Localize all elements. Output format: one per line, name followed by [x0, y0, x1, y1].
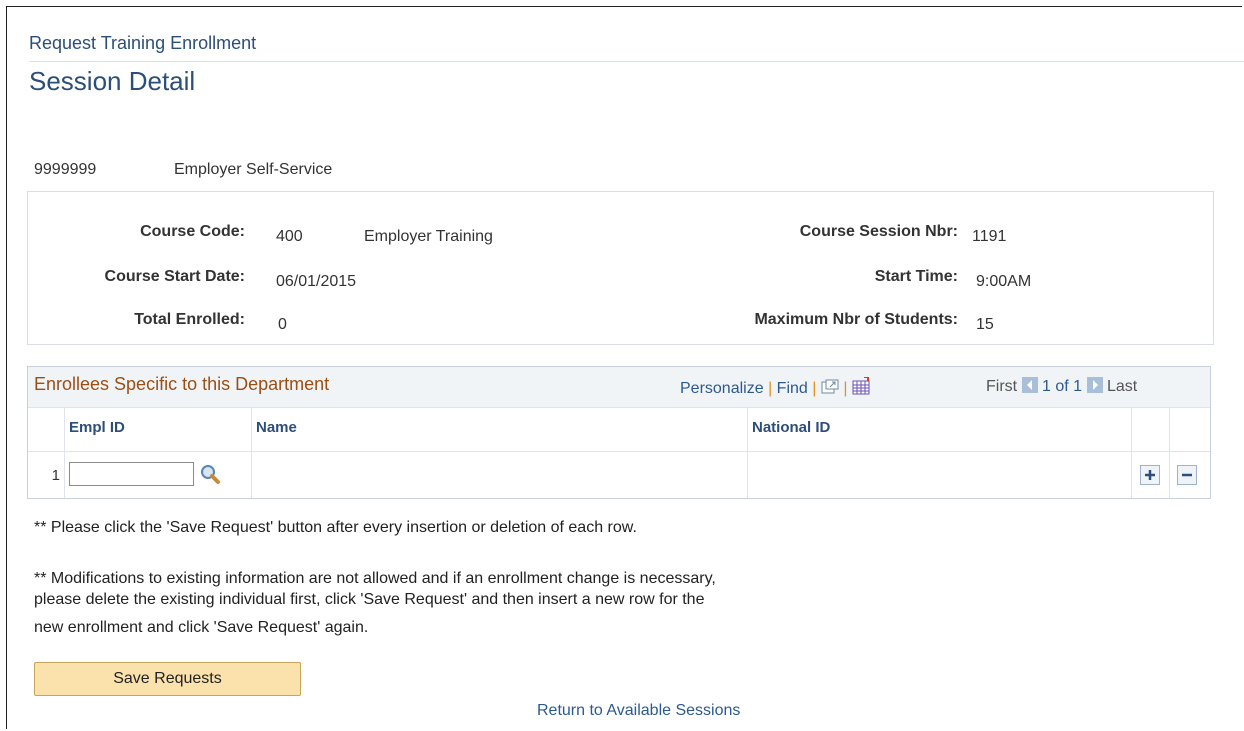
delete-row-cell	[1170, 452, 1210, 498]
row-number-cell: 1	[28, 452, 65, 498]
grid-header-bar: Enrollees Specific to this Department Pe…	[28, 367, 1210, 408]
course-session-nbr-label: Course Session Nbr:	[799, 223, 958, 240]
minus-icon	[1182, 473, 1192, 477]
course-code-label: Course Code:	[140, 223, 245, 240]
course-session-nbr-value: 1191	[972, 228, 1007, 245]
header-divider	[29, 61, 1244, 62]
enrollees-grid: Enrollees Specific to this Department Pe…	[27, 366, 1211, 499]
course-start-date-label: Course Start Date:	[104, 268, 245, 285]
add-column-header	[1132, 407, 1170, 451]
total-enrolled-value: 0	[278, 316, 287, 333]
max-students-label: Maximum Nbr of Students:	[754, 311, 958, 328]
national-id-cell	[748, 452, 1132, 498]
course-start-date-value: 06/01/2015	[276, 273, 357, 290]
employer-name: Employer Self-Service	[174, 161, 333, 178]
page-title: Session Detail	[29, 66, 196, 96]
page-info: 1 of 1	[1042, 378, 1083, 395]
last-label: Last	[1106, 378, 1138, 395]
empl-id-input[interactable]	[69, 462, 194, 486]
start-time-value: 9:00AM	[976, 273, 1032, 290]
modification-note-line-1: ** Modifications to existing information…	[34, 570, 716, 587]
lookup-search-icon[interactable]	[199, 463, 221, 490]
column-header-national-id[interactable]: National ID	[748, 407, 1132, 451]
plus-icon	[1145, 470, 1155, 480]
download-grid-icon[interactable]	[852, 376, 870, 400]
empl-id-cell	[65, 452, 252, 498]
pagination: First 1 of 1 Last	[986, 377, 1137, 398]
add-row-cell	[1132, 452, 1170, 498]
toolbar-separator: |	[843, 380, 848, 397]
delete-row-button[interactable]	[1177, 465, 1197, 485]
delete-column-header	[1170, 407, 1210, 451]
row-number: 1	[51, 467, 60, 484]
add-row-button[interactable]	[1140, 465, 1160, 485]
column-header-label: Empl ID	[69, 419, 125, 436]
save-instruction-note: ** Please click the 'Save Request' butto…	[34, 519, 637, 536]
column-header-label: Name	[256, 419, 297, 436]
start-time-label: Start Time:	[874, 268, 958, 285]
employer-id: 9999999	[34, 161, 97, 178]
toolbar-separator: |	[812, 380, 817, 397]
course-info-panel: Course Code: 400 Employer Training Cours…	[27, 191, 1214, 345]
next-page-icon[interactable]	[1086, 377, 1103, 398]
column-header-label: National ID	[752, 419, 831, 436]
max-students-value: 15	[976, 316, 994, 333]
new-window-icon[interactable]	[821, 379, 839, 400]
grid-toolbar: Personalize | Find | |	[680, 376, 870, 400]
save-requests-button[interactable]: Save Requests	[34, 662, 301, 696]
return-to-available-sessions-link[interactable]: Return to Available Sessions	[537, 702, 740, 720]
name-cell	[252, 452, 748, 498]
course-name-value: Employer Training	[364, 228, 493, 245]
column-header-empl-id[interactable]: Empl ID	[65, 407, 252, 451]
breadcrumb: Request Training Enrollment	[29, 33, 257, 53]
toolbar-separator: |	[768, 380, 773, 397]
personalize-link[interactable]: Personalize	[680, 380, 764, 397]
find-link[interactable]: Find	[777, 380, 808, 397]
column-header-name[interactable]: Name	[252, 407, 748, 451]
course-code-value: 400	[276, 228, 303, 245]
first-label: First	[986, 378, 1018, 395]
modification-note-line-3: new enrollment and click 'Save Request' …	[34, 619, 369, 636]
grid-title: Enrollees Specific to this Department	[34, 374, 330, 394]
prev-page-icon[interactable]	[1021, 377, 1038, 398]
modification-note-line-2: please delete the existing individual fi…	[34, 591, 705, 608]
row-number-column-header	[28, 407, 65, 451]
total-enrolled-label: Total Enrolled:	[134, 311, 245, 328]
